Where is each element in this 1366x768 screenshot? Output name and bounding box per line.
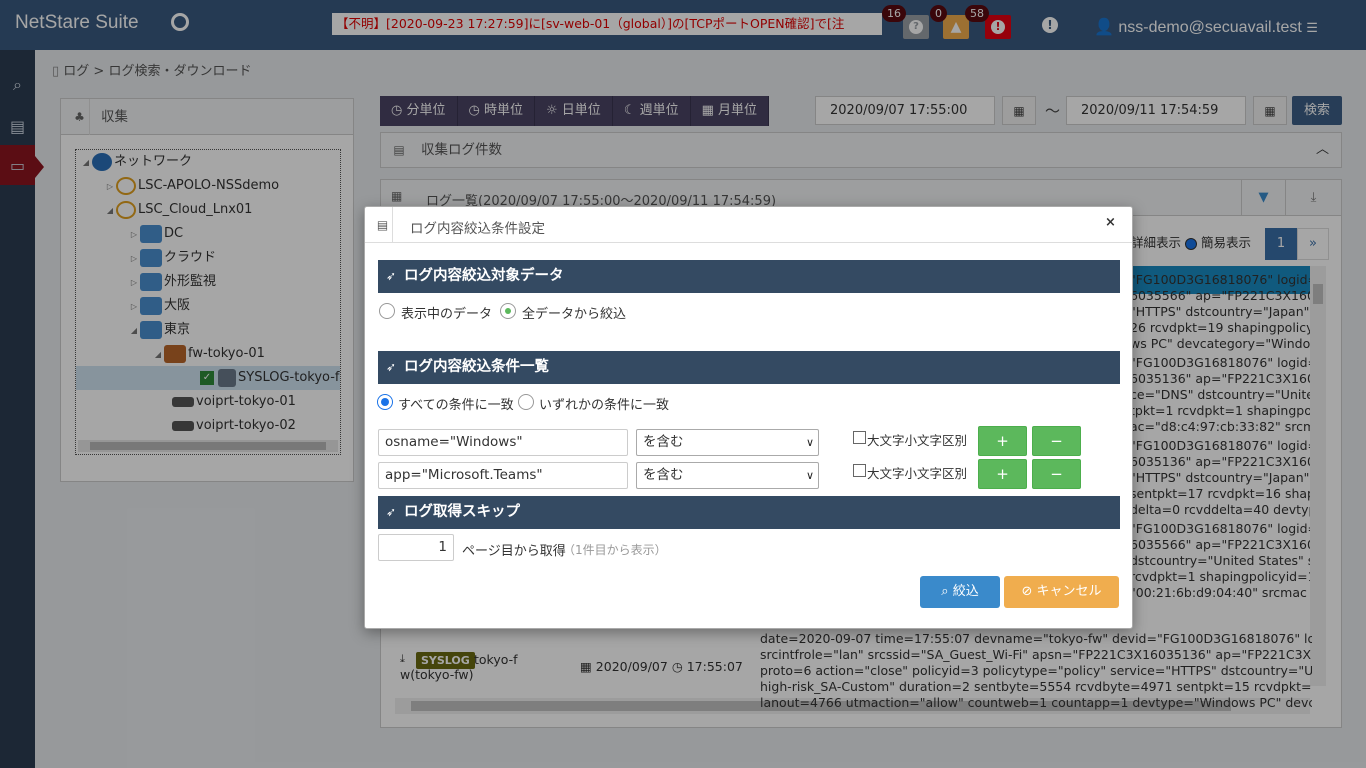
filter-conditions-modal: ▤ ログ内容絞込条件設定 × ➶ ログ内容絞込対象データ 表示中のデータ 全データ… — [364, 206, 1133, 629]
condition-2-remove-button[interactable]: − — [1032, 459, 1081, 489]
match-all-radio[interactable] — [377, 394, 393, 410]
section-skip: ➶ ログ取得スキップ — [378, 496, 1120, 529]
scope-all-label[interactable]: 全データから絞込 — [522, 303, 626, 322]
condition-1-remove-button[interactable]: − — [1032, 426, 1081, 456]
modal-header: ▤ ログ内容絞込条件設定 × — [365, 207, 1132, 243]
scope-all-radio[interactable] — [500, 303, 516, 319]
rocket-icon: ➶ — [386, 360, 397, 374]
apply-filter-button[interactable]: ⌕ 絞込 — [920, 576, 1000, 608]
rocket-icon: ➶ — [386, 505, 397, 519]
match-any-label[interactable]: いずれかの条件に一致 — [539, 394, 669, 413]
list-icon: ▤ — [373, 207, 393, 243]
condition-2-case-checkbox[interactable] — [853, 464, 866, 477]
skip-page-label: ページ目から取得 — [462, 544, 566, 559]
skip-page-hint: （1件目から表示） — [563, 543, 667, 557]
radio-dot — [381, 398, 389, 406]
modal-title: ログ内容絞込条件設定 — [410, 221, 545, 237]
chevron-down-icon: ∨ — [805, 436, 814, 449]
condition-2-value-input[interactable]: app="Microsoft.Teams" — [378, 462, 628, 489]
condition-2-case-label[interactable]: 大文字小文字区別 — [867, 463, 967, 482]
radio-dot — [505, 308, 511, 314]
condition-1-case-label[interactable]: 大文字小文字区別 — [867, 430, 967, 449]
match-all-label[interactable]: すべての条件に一致 — [398, 394, 514, 413]
condition-1-add-button[interactable]: + — [978, 426, 1027, 456]
condition-1-value-input[interactable]: osname="Windows" — [378, 429, 628, 456]
condition-2-operator-select[interactable]: を含む ∨ — [636, 462, 819, 489]
cancel-button[interactable]: ⊘ キャンセル — [1004, 576, 1119, 608]
match-any-radio[interactable] — [518, 394, 534, 410]
skip-page-input[interactable]: 1 — [378, 534, 454, 561]
search-icon: ⌕ — [941, 584, 953, 599]
scope-current-radio[interactable] — [379, 303, 395, 319]
rocket-icon: ➶ — [386, 269, 397, 283]
condition-1-operator-select[interactable]: を含む ∨ — [636, 429, 819, 456]
ban-icon: ⊘ — [1021, 584, 1037, 599]
condition-1-case-checkbox[interactable] — [853, 431, 866, 444]
chevron-down-icon: ∨ — [805, 469, 814, 482]
close-icon[interactable]: × — [1105, 215, 1116, 230]
condition-2-add-button[interactable]: + — [978, 459, 1027, 489]
scope-current-label[interactable]: 表示中のデータ — [401, 303, 492, 322]
section-target-data: ➶ ログ内容絞込対象データ — [378, 260, 1120, 293]
section-condition-list: ➶ ログ内容絞込条件一覧 — [378, 351, 1120, 384]
